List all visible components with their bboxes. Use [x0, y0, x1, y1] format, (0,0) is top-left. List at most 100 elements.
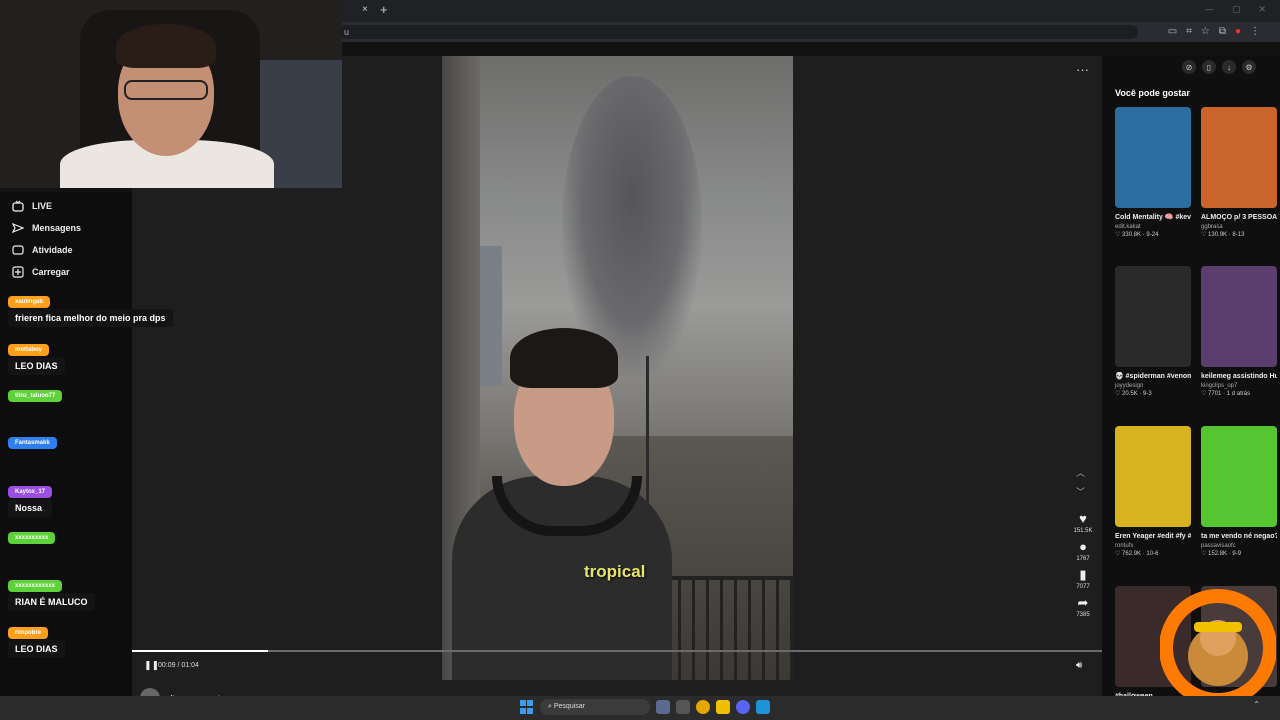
translate-icon[interactable]: ⌗ — [1186, 26, 1192, 37]
recommended-card[interactable]: Eren Yeager #edit #fy #aot #eren... ront… — [1115, 426, 1191, 557]
chat-text: RIAN É MALUCO — [8, 593, 95, 611]
live-icon — [12, 200, 24, 212]
chat-username: xaulingab — [8, 296, 51, 308]
video-frame[interactable]: tropical — [442, 56, 793, 680]
card-caption: Eren Yeager #edit #fy #aot #eren... — [1115, 533, 1191, 540]
video-progress-bar[interactable] — [132, 650, 1102, 652]
nav-item-live[interactable]: LIVE — [12, 200, 52, 212]
recommended-card[interactable]: ALMOÇO p/ 3 PESSOAS Frango... ggbrasa ♡ … — [1201, 107, 1277, 238]
chat-username: rimpobre — [8, 627, 49, 639]
card-thumbnail — [1201, 107, 1277, 208]
card-stats: ♡ 762.9K · 10-6 — [1115, 551, 1159, 557]
new-tab-button[interactable]: + — [380, 2, 388, 17]
chat-username: xxxxxxxxxx — [8, 532, 56, 544]
cast-icon[interactable]: ▭ — [1168, 26, 1177, 37]
chat-message: xxxxxxxxxx — [8, 526, 56, 544]
next-video-icon[interactable]: ﹀ — [1076, 485, 1085, 498]
chat-message: Kaytox_17 Nossa — [8, 480, 53, 517]
windows-start-icon[interactable] — [520, 700, 534, 714]
card-stats: ♡ 7701 · 1 d atrás — [1201, 391, 1251, 397]
save-button[interactable]: ▮ 7077 — [1076, 567, 1090, 591]
minimize-icon[interactable]: — — [1205, 4, 1214, 15]
extensions-icon[interactable]: ⧉ — [1219, 26, 1226, 37]
card-stats: ♡ 130.9K · 8-13 — [1201, 232, 1245, 238]
phone-icon[interactable]: ▯ — [1202, 60, 1216, 74]
chat-username: Kaytox_17 — [8, 486, 53, 498]
card-author: kingclips_op7 — [1201, 383, 1238, 389]
card-thumbnail — [1115, 426, 1191, 527]
nav-label: LIVE — [32, 201, 53, 211]
pause-icon[interactable]: ❚❚ — [144, 660, 159, 671]
card-thumbnail — [1115, 107, 1191, 208]
sidebar-toolbar: ⊘ ▯ ↓ ⚙ — [1182, 60, 1256, 74]
card-caption: ta me vendo né negao? #fy #fc25... — [1201, 533, 1277, 540]
streamer-logo — [1159, 586, 1277, 708]
save-count: 7077 — [1076, 584, 1090, 590]
card-author: passavisaofc — [1201, 543, 1236, 549]
settings-icon[interactable]: ⚙ — [1242, 60, 1256, 74]
maximize-icon[interactable]: ▢ — [1232, 4, 1241, 15]
volume-icon[interactable]: 🔊︎ — [1076, 660, 1082, 671]
video-time: 00:09 / 01:04 — [158, 662, 199, 669]
share-count: 7385 — [1076, 612, 1090, 618]
video-progress-fill — [132, 650, 268, 652]
chat-username: mottaboy — [8, 344, 49, 356]
like-button[interactable]: ♥ 151.5K — [1073, 511, 1092, 535]
bookmark-icon: ▮ — [1079, 567, 1087, 582]
chat-text: LEO DIAS — [8, 357, 65, 375]
share-button[interactable]: ➦ 7385 — [1076, 596, 1090, 619]
discord-icon[interactable] — [736, 700, 750, 714]
tray-icon[interactable]: ⌃ — [1253, 700, 1260, 709]
heart-icon: ♥ — [1079, 511, 1087, 526]
card-caption: 💀 #spiderman #venom #hallowee... — [1115, 373, 1191, 380]
tab-close-button[interactable]: × — [362, 4, 368, 15]
chat-username: tiinz_tatuoo77 — [8, 390, 63, 402]
nav-item-upload[interactable]: Carregar — [12, 266, 70, 278]
activity-icon — [12, 244, 24, 256]
card-caption: keilemeg assistindo Hunter x hunter... — [1201, 373, 1277, 380]
previous-video-icon[interactable]: ︿ — [1076, 466, 1085, 479]
streamer-webcam — [0, 0, 342, 188]
card-author: ggbrasa — [1201, 224, 1223, 230]
block-icon[interactable]: ⊘ — [1182, 60, 1196, 74]
nav-item-activity[interactable]: Atividade — [12, 244, 73, 256]
recommended-card[interactable]: ta me vendo né negao? #fy #fc25... passa… — [1201, 426, 1277, 557]
chat-message: rimpobre LEO DIAS — [8, 621, 65, 658]
profile-icon[interactable]: ● — [1235, 26, 1241, 37]
recommended-card[interactable]: keilemeg assistindo Hunter x hunter... k… — [1201, 266, 1277, 397]
card-stats: ♡ 152.8K · 9-9 — [1201, 551, 1242, 557]
comment-button[interactable]: ● 1767 — [1076, 540, 1090, 563]
more-options-icon[interactable]: ··· — [1076, 62, 1089, 77]
window-controls: — ▢ ✕ — [1205, 4, 1266, 15]
widgets-icon[interactable] — [656, 700, 670, 714]
recommended-card[interactable]: 💀 #spiderman #venom #hallowee... joyydes… — [1115, 266, 1191, 397]
address-bar[interactable]: u — [338, 25, 1138, 39]
nav-label: Mensagens — [32, 223, 82, 233]
chat-message: Fantasmakk — [8, 431, 57, 449]
chat-text: LEO DIAS — [8, 640, 65, 658]
chat-message: xaulingab frieren fica melhor do meio pra… — [8, 290, 173, 327]
taskbar-search-label: Pesquisar — [553, 703, 586, 710]
card-stats: ♡ 20.5K · 9-3 — [1115, 391, 1152, 397]
action-bar: ♥ 151.5K ● 1767 ▮ 7077 ➦ 7385 — [1068, 512, 1098, 624]
comment-count: 1767 — [1076, 556, 1090, 562]
card-thumbnail — [1201, 426, 1277, 527]
taskbar-search[interactable]: ⌕ Pesquisar — [540, 699, 650, 715]
nav-item-messages[interactable]: Mensagens — [11, 222, 82, 234]
extension-icons: ▭ ⌗ ☆ ⧉ ● ⋮ — [1168, 26, 1260, 37]
taskbar-apps: ⌕ Pesquisar — [520, 699, 770, 715]
file-explorer-icon[interactable] — [716, 700, 730, 714]
sidebar-title: Você pode gostar — [1115, 88, 1190, 98]
steam-icon[interactable] — [756, 700, 770, 714]
close-window-icon[interactable]: ✕ — [1258, 4, 1266, 15]
chat-message: mottaboy LEO DIAS — [8, 338, 65, 375]
message-icon — [11, 222, 25, 234]
download-icon[interactable]: ↓ — [1222, 60, 1236, 74]
card-author: joyydesign — [1115, 383, 1144, 389]
chrome-icon[interactable] — [696, 700, 710, 714]
recommended-card[interactable]: Cold Mentality 🧠 #kevindebruyne... edit.… — [1115, 107, 1191, 238]
card-caption: Cold Mentality 🧠 #kevindebruyne... — [1115, 214, 1191, 221]
star-icon[interactable]: ☆ — [1201, 26, 1210, 37]
task-view-icon[interactable] — [676, 700, 690, 714]
menu-icon[interactable]: ⋮ — [1250, 26, 1260, 37]
